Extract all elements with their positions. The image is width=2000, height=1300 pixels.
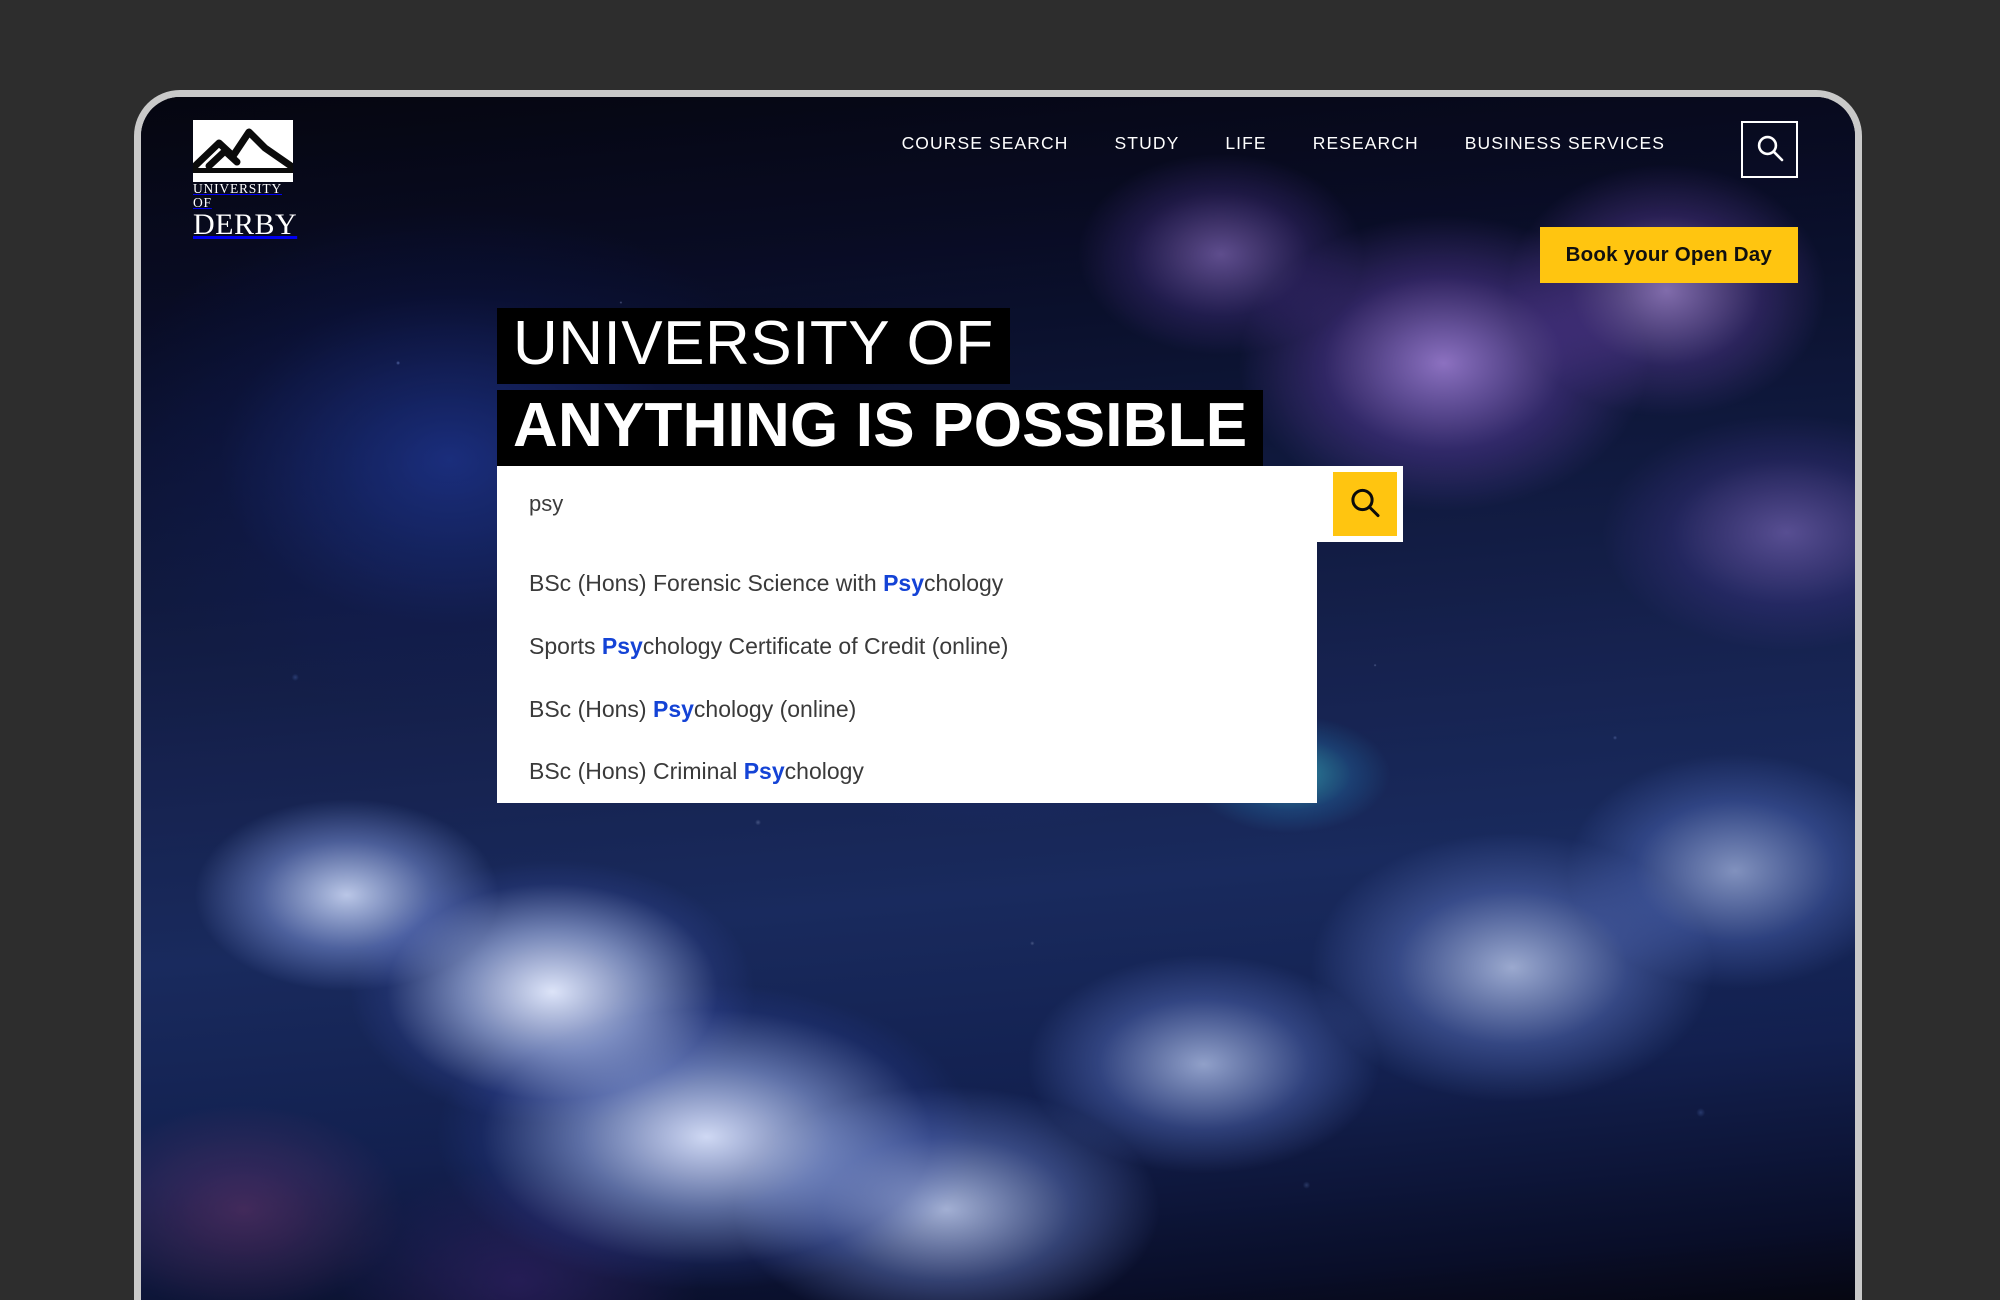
search-field	[497, 466, 1403, 542]
primary-navigation: COURSE SEARCH STUDY LIFE RESEARCH BUSINE…	[902, 133, 1665, 154]
hero-headline-line1-text: UNIVERSITY OF	[497, 308, 1010, 384]
hero-headline: UNIVERSITY OF ANYTHING IS POSSIBLE	[497, 308, 1264, 466]
suggestion-item[interactable]: BSc (Hons) Criminal Psychology	[497, 740, 1317, 803]
browser-viewport-frame: UNIVERSITY OF DERBY COURSE SEARCH STUDY …	[134, 90, 1862, 1300]
book-open-day-button[interactable]: Book your Open Day	[1539, 227, 1798, 283]
nav-item-study[interactable]: STUDY	[1115, 133, 1180, 154]
logo-wordmark-line1: UNIVERSITY OF	[193, 181, 282, 210]
header-search-button[interactable]	[1741, 121, 1798, 178]
site-search: BSc (Hons) Forensic Science with Psychol…	[497, 466, 1403, 803]
suggestion-item[interactable]: BSc (Hons) Psychology (online)	[497, 678, 1317, 741]
suggestion-item[interactable]: BSc (Hons) Forensic Science with Psychol…	[497, 552, 1317, 615]
logo-wordmark-line2: DERBY	[193, 208, 298, 241]
hero-headline-line2: ANYTHING IS POSSIBLE	[497, 390, 1264, 466]
nav-item-life[interactable]: LIFE	[1225, 133, 1266, 154]
mountains-logo-icon	[193, 120, 299, 182]
search-icon	[1348, 486, 1382, 523]
website-viewport: UNIVERSITY OF DERBY COURSE SEARCH STUDY …	[141, 97, 1855, 1300]
nav-item-research[interactable]: RESEARCH	[1313, 133, 1419, 154]
nav-item-course-search[interactable]: COURSE SEARCH	[902, 133, 1069, 154]
logo-wordmark: UNIVERSITY OF DERBY	[193, 182, 299, 240]
site-logo[interactable]: UNIVERSITY OF DERBY	[193, 120, 299, 240]
search-submit-button[interactable]	[1333, 472, 1397, 536]
hero-headline-line2-text: ANYTHING IS POSSIBLE	[497, 390, 1264, 466]
nav-item-business-services[interactable]: BUSINESS SERVICES	[1465, 133, 1665, 154]
search-input[interactable]	[497, 466, 1317, 542]
suggestion-item[interactable]: Sports Psychology Certificate of Credit …	[497, 615, 1317, 678]
site-header: UNIVERSITY OF DERBY COURSE SEARCH STUDY …	[141, 97, 1855, 247]
screenshot-canvas: UNIVERSITY OF DERBY COURSE SEARCH STUDY …	[0, 0, 2000, 1300]
search-suggestions-dropdown: BSc (Hons) Forensic Science with Psychol…	[497, 542, 1317, 803]
search-icon	[1755, 133, 1785, 166]
hero-headline-line1: UNIVERSITY OF	[497, 308, 1263, 384]
